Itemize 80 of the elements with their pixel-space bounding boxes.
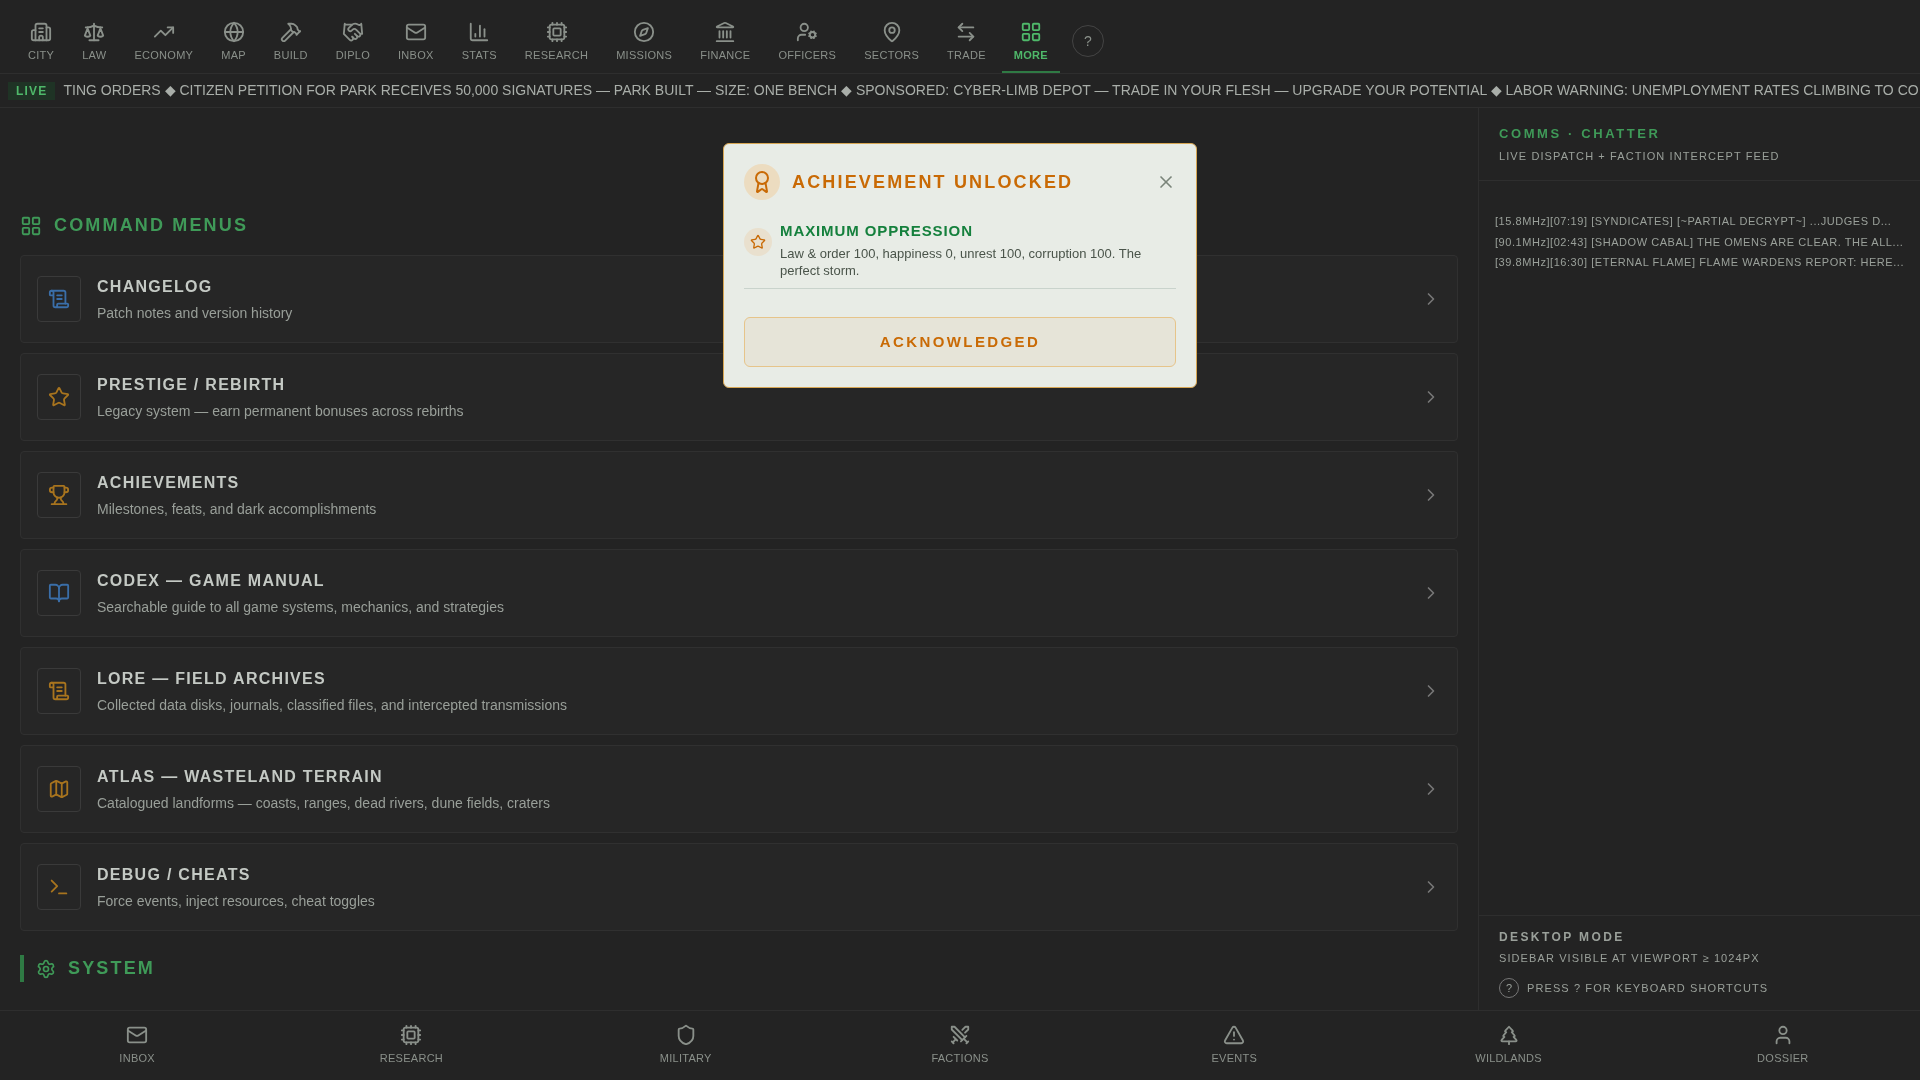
nav-tab[interactable]: MORE	[1001, 8, 1060, 73]
panel-title: COMMS · CHATTER	[1499, 125, 1662, 143]
book-icon	[48, 582, 70, 604]
bank-icon	[714, 20, 737, 43]
live-badge: LIVE	[8, 81, 56, 100]
nav-tab[interactable]: FINANCE	[688, 8, 763, 73]
section-title: SYSTEM	[68, 957, 155, 980]
section-title: COMMAND MENUS	[54, 214, 249, 237]
nav-tab[interactable]: RESEARCH	[512, 8, 601, 73]
nav-tab[interactable]: STATS	[449, 8, 509, 73]
nav-tab[interactable]: LAW	[70, 8, 119, 73]
swords-icon	[949, 1024, 971, 1047]
menu-description: Catalogued landforms — coasts, ranges, dead rivers, dune fields, craters	[97, 793, 551, 813]
handshake-icon	[341, 20, 364, 43]
bottom-nav-item[interactable]: FACTIONS	[822, 1011, 1098, 1080]
chatter-line: [39.8MHz][16:30] [ETERNAL FLAME] FLAME WARDENS REPORT: HERE...	[1495, 255, 1904, 270]
menu-card[interactable]: CODEX — GAME MANUAL Searchable guide to all game systems, mechanics, and strategies	[20, 549, 1458, 637]
menu-card[interactable]: DEBUG / CHEATS Force events, inject resources, cheat toggles	[20, 843, 1458, 931]
panel-subtitle: SIDEBAR VISIBLE AT VIEWPORT ≥ 1024PX	[1499, 950, 1761, 966]
menu-description: Collected data disks, journals, classified files, and intercepted transmissions	[97, 695, 568, 715]
nav-tab[interactable]: SECTORS	[852, 8, 932, 73]
chip-icon	[545, 20, 568, 43]
chip-icon	[400, 1024, 423, 1047]
grid-icon	[20, 214, 42, 237]
building-icon	[30, 20, 53, 43]
nav-tab[interactable]: TRADE	[935, 8, 998, 73]
bottom-nav-item[interactable]: MILITARY	[548, 1011, 823, 1080]
warning-icon	[1223, 1024, 1246, 1047]
nav-tab[interactable]: ECONOMY	[122, 8, 206, 73]
menu-description: Searchable guide to all game systems, mechanics, and strategies	[97, 597, 505, 617]
nav-tab[interactable]: INBOX	[386, 8, 446, 73]
star-icon	[750, 234, 766, 250]
chatter-line: [90.1MHz][02:43] [SHADOW CABAL] THE OMENS ARE CLEAR. THE ALL...	[1495, 234, 1904, 250]
compass-icon	[633, 20, 656, 43]
nav-tab[interactable]: DIPLO	[323, 8, 383, 73]
nav-tab[interactable]: MAP	[209, 8, 258, 73]
scroll-icon	[48, 680, 70, 702]
acknowledge-button[interactable]: ACKNOWLEDGED	[744, 317, 1176, 368]
nav-tab[interactable]: OFFICERS	[766, 8, 849, 73]
bottom-nav-item[interactable]: EVENTS	[1097, 1011, 1372, 1080]
nav-tab[interactable]: MISSIONS	[604, 8, 685, 73]
panel-title: DESKTOP MODE	[1499, 928, 1626, 946]
menu-title: ATLAS — WASTELAND TERRAIN	[97, 766, 384, 787]
grid-icon	[1019, 20, 1042, 43]
panel-subtitle: LIVE DISPATCH + FACTION INTERCEPT FEED	[1499, 148, 1781, 164]
map-icon	[48, 778, 70, 800]
settings-icon	[36, 958, 56, 979]
trophy-icon	[48, 484, 70, 506]
scroll-icon	[48, 288, 70, 310]
achievement-description: Law & order 100, happiness 0, unrest 100, corruption 100. The perfect storm.	[780, 244, 1143, 281]
nav-tab[interactable]: BUILD	[261, 8, 320, 73]
dialog-title: ACHIEVEMENT UNLOCKED	[792, 170, 1075, 194]
globe-icon	[222, 20, 245, 43]
bottom-nav-item[interactable]: INBOX	[0, 1011, 275, 1080]
menu-title: LORE — FIELD ARCHIVES	[97, 668, 327, 689]
star-icon	[48, 386, 70, 408]
menu-title: CHANGELOG	[97, 276, 214, 297]
bottom-nav-item[interactable]: DOSSIER	[1645, 1011, 1920, 1080]
menu-card[interactable]: ACHIEVEMENTS Milestones, feats, and dark accomplishments	[20, 451, 1458, 539]
menu-card[interactable]: ATLAS — WASTELAND TERRAIN Catalogued landforms — coasts, ranges, dead rivers, dune fields, craters	[20, 745, 1458, 833]
menu-title: CODEX — GAME MANUAL	[97, 570, 326, 591]
nav-tab[interactable]: CITY	[16, 8, 67, 73]
menu-card[interactable]: LORE — FIELD ARCHIVES Collected data disks, journals, classified files, and intercepted transmissions	[20, 647, 1458, 735]
scale-icon	[83, 20, 106, 43]
bottom-nav-item[interactable]: WILDLANDS	[1371, 1011, 1646, 1080]
menu-title: ACHIEVEMENTS	[97, 472, 241, 493]
bar-chart-icon	[468, 20, 491, 43]
menu-description: Milestones, feats, and dark accomplishments	[97, 499, 378, 519]
news-ticker: TING ORDERS ◆ CITIZEN PETITION FOR PARK RECEIVES 50,000 SIGNATURES — PARK BUILT — SIZE: ONE BENCH ◆ SPONSORED: CYBER-LIMB DEPOT — TRADE IN YOUR FLESH — UPGRADE YOUR POTENTIAL ◆ LABOR WARNING: UNEMPLOYMENT RATES CLIMBING TO CO	[63, 81, 1919, 100]
menu-description: Legacy system — earn permanent bonuses across rebirths	[97, 401, 465, 421]
user-gear-icon	[796, 20, 819, 43]
shortcut-hint: PRESS ? FOR KEYBOARD SHORTCUTS	[1527, 980, 1769, 996]
bottom-nav-item[interactable]: RESEARCH	[274, 1011, 549, 1080]
menu-description: Force events, inject resources, cheat toggles	[97, 891, 376, 911]
chatter-line: [15.8MHz][07:19] [SYNDICATES] [~PARTIAL DECRYPT~] ...JUDGES D...	[1495, 214, 1893, 229]
hammer-icon	[279, 20, 302, 43]
menu-title: PRESTIGE / REBIRTH	[97, 374, 287, 395]
achievement-name: MAXIMUM OPPRESSION	[780, 221, 974, 241]
menu-title: DEBUG / CHEATS	[97, 864, 252, 885]
menu-description: Patch notes and version history	[97, 303, 294, 323]
